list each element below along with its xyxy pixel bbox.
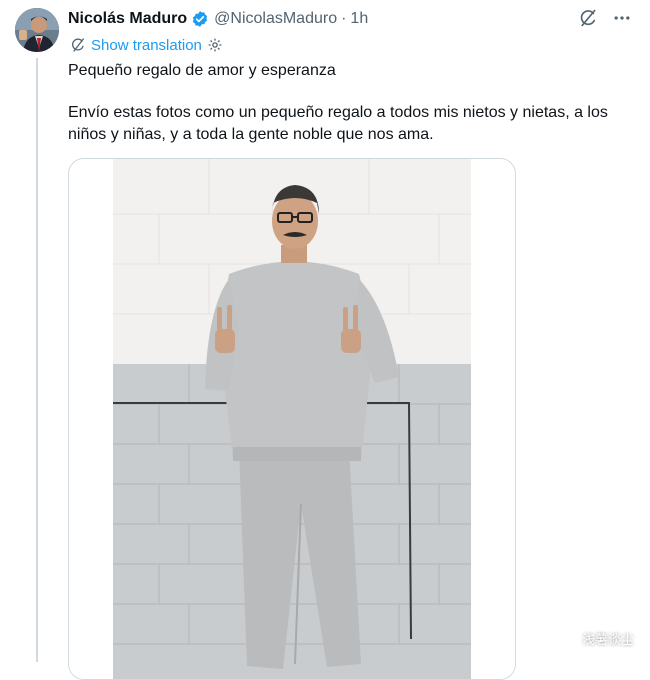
tweet-text-line-1: Pequeño regalo de amor y esperanza — [68, 62, 336, 79]
show-translation-row[interactable]: Show translation — [70, 35, 223, 55]
source-watermark: 浅薯谈尘 — [562, 629, 634, 648]
verified-badge-icon — [191, 10, 209, 28]
translate-icon — [70, 37, 86, 53]
photo-man-gray-sweatsuit — [69, 159, 515, 679]
gear-icon[interactable] — [207, 37, 223, 53]
thread-connector-line — [36, 58, 38, 662]
separator-dot: · — [341, 10, 347, 27]
watermark-logo-icon — [562, 631, 578, 647]
avatar-image — [15, 8, 59, 52]
timestamp[interactable]: 1h — [350, 10, 368, 28]
tweet-photo[interactable] — [68, 158, 516, 680]
tweet-header-actions — [578, 8, 632, 28]
more-icon[interactable] — [612, 8, 632, 28]
grok-icon[interactable] — [578, 8, 598, 28]
tweet-text: Pequeño regalo de amor y esperanza Envío… — [68, 60, 638, 146]
show-translation-link[interactable]: Show translation — [91, 37, 202, 54]
avatar[interactable] — [15, 8, 59, 52]
tweet-header: Nicolás Maduro @NicolasMaduro · 1h — [68, 8, 368, 30]
author-display-name[interactable]: Nicolás Maduro — [68, 10, 187, 28]
watermark-text: 浅薯谈尘 — [581, 632, 634, 647]
author-handle[interactable]: @NicolasMaduro — [214, 10, 337, 28]
tweet-text-line-2: Envío estas fotos como un pequeño regalo… — [68, 104, 608, 143]
